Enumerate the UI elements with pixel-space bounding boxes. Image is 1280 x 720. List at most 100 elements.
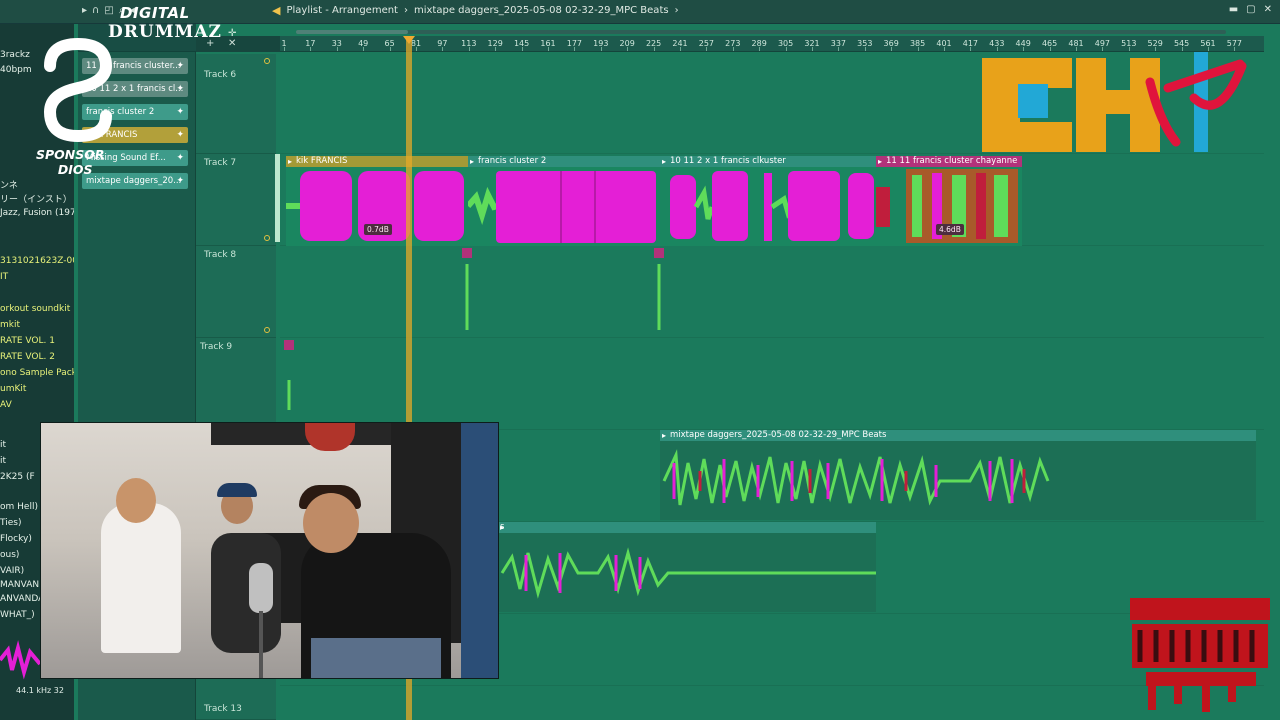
ruler-tick-mark [548, 47, 549, 51]
browser-item[interactable]: orkout soundkit [0, 304, 70, 314]
title-prefix: Playlist - Arrangement [286, 5, 398, 16]
browser-item[interactable]: umKit [0, 384, 26, 394]
track-header-13[interactable]: Track 13 [196, 686, 276, 720]
clip-francis-chayanne[interactable]: 11 11 francis cluster chayanne 4.6dB [876, 156, 1022, 246]
ruler-tick-mark [1155, 47, 1157, 51]
track-header-9[interactable]: Track 9 [196, 338, 276, 430]
ruler-tick-mark [1128, 47, 1130, 51]
track-header-8[interactable]: Track 8 [196, 246, 276, 338]
clip-label: s [498, 522, 876, 533]
browser-item[interactable]: om Hell) [0, 502, 38, 512]
browser-item[interactable]: RATE VOL. 2 [0, 352, 55, 362]
ruler-tick-mark [891, 47, 893, 51]
browser-item[interactable]: ono Sample Pack [0, 368, 74, 378]
ruler-tick-mark [627, 47, 629, 51]
track-name: Track 9 [200, 342, 233, 352]
browser-item[interactable]: Jazz, Fusion (1976) [0, 208, 74, 218]
track-header-6[interactable]: Track 6 [196, 54, 276, 154]
horizontal-scrollbar[interactable] [296, 30, 1226, 34]
clip-track8-a[interactable] [462, 248, 472, 336]
track-name: Track 13 [204, 704, 242, 714]
clip-track9[interactable] [284, 340, 294, 424]
ruler-tick-mark [521, 47, 523, 51]
browser-item[interactable]: 2K25 (F [0, 472, 35, 482]
ruler-tick-mark [310, 47, 312, 51]
magnet-icon[interactable]: ∩ [92, 5, 99, 16]
ruler-tick-mark [1076, 47, 1077, 51]
ruler-tick-mark [1049, 47, 1051, 51]
track-header-7[interactable]: Track 7 [196, 154, 276, 246]
track-name: Track 6 [204, 70, 237, 80]
browser-item[interactable]: IT [0, 272, 8, 282]
browser-item[interactable]: AV [0, 400, 12, 410]
browser-item[interactable]: Flocky) [0, 534, 32, 544]
browser-item[interactable]: it [0, 456, 6, 466]
ruler-tick-mark [574, 47, 576, 51]
timeline-ruler[interactable]: 1 17 33 49 65 81 97 113 129 145 161 177 193 209 225 241… [280, 36, 1264, 52]
sample-rate: 44.1 kHz 32 [16, 686, 64, 695]
browser-item[interactable]: mkit [0, 320, 20, 330]
ruler-tick-mark [917, 47, 919, 51]
waveform-cluster2 [468, 167, 660, 246]
title-separator-2: › [674, 5, 679, 16]
clip-label: mixtape daggers_2025-05-08 02-32-29_MPC … [660, 430, 1256, 441]
waveform-icon: ✦ [176, 107, 184, 117]
minimize-icon[interactable]: ▬ [1229, 4, 1238, 15]
browser-item[interactable]: WHAT_) [0, 610, 35, 620]
browser-item[interactable]: 3rackz [0, 50, 30, 60]
project-name: mixtape daggers_2025-05-08 02-32-29_MPC … [413, 5, 669, 16]
ruler-tick-mark [706, 47, 708, 51]
browser-item[interactable]: 3131021623Z-001 [0, 256, 74, 266]
playhead-marker-icon[interactable] [403, 36, 415, 44]
ruler-tick-mark [864, 47, 866, 51]
browser-item[interactable]: VAIR) [0, 566, 24, 576]
browser-item[interactable]: リー（インスト） [0, 192, 72, 205]
close-icon[interactable]: ✕ [1264, 4, 1272, 15]
waveform-track9 [287, 380, 291, 410]
arrow-right-icon[interactable]: ▸ [82, 5, 87, 16]
gain-label: 0.7dB [364, 224, 392, 235]
ruler-tick-mark [812, 47, 813, 51]
browser-item[interactable]: it [0, 440, 6, 450]
lane-track-8[interactable] [280, 246, 1264, 338]
clip-marker [462, 248, 472, 258]
select-tool-icon[interactable]: ◰ [104, 5, 113, 16]
clip-mixtape-daggers[interactable]: mixtape daggers_2025-05-08 02-32-29_MPC … [660, 430, 1256, 520]
close-icon[interactable]: ✕ [228, 38, 236, 49]
browser-item[interactable]: Ties) [0, 518, 21, 528]
browser-item[interactable]: ous) [0, 550, 19, 560]
browser-item[interactable]: RATE VOL. 1 [0, 336, 55, 346]
waveform-icon: ✦ [176, 84, 184, 94]
clip-kik-francis[interactable]: kik FRANCIS 0.7dB [286, 156, 468, 246]
lane-track-9[interactable] [280, 338, 1264, 430]
picker-clip-label: mixtape daggers_20... [86, 176, 182, 186]
clip-label: kik FRANCIS [286, 156, 468, 167]
title-bar: ▸ ∩ ◰ ⌕ ◀ ◀ Playlist - Arrangement › mix… [0, 0, 1280, 24]
browser-item[interactable]: ンネ [0, 178, 18, 191]
clip-track8-b[interactable] [654, 248, 664, 336]
ruler-tick-mark [1208, 47, 1209, 51]
waveform-track8b [657, 264, 661, 330]
ruler-tick-mark [389, 47, 391, 51]
maximize-icon[interactable]: ▢ [1246, 4, 1255, 15]
microphone-icon [249, 563, 273, 613]
track-dot-icon[interactable] [264, 58, 270, 64]
clip-francis-cluster-2[interactable]: francis cluster 2 [468, 156, 660, 246]
waveform-icon: ✦ [176, 176, 184, 186]
waveform-clkuster [660, 167, 876, 246]
clip-partial[interactable]: s [498, 522, 876, 612]
ruler-tick-mark [970, 47, 972, 51]
clip-label: 10 11 2 x 1 francis clkuster [660, 156, 876, 167]
brand-digital: DIGITAL [120, 4, 190, 22]
ruler-tick-mark [600, 47, 602, 51]
ruler-tick-mark [468, 47, 470, 51]
waveform-partial [498, 533, 876, 612]
clip-francis-clkuster[interactable]: 10 11 2 x 1 francis clkuster [660, 156, 876, 246]
ruler-tick-mark [495, 47, 497, 51]
playlist-arrow-icon: ◀ [272, 4, 281, 17]
track-dot-icon[interactable] [264, 327, 270, 333]
track-dot-icon[interactable] [264, 235, 270, 241]
browser-item[interactable]: 40bpm [0, 65, 32, 75]
chtv-logo-icon [982, 52, 1247, 152]
browser-item[interactable]: ANVANDA [0, 594, 44, 604]
